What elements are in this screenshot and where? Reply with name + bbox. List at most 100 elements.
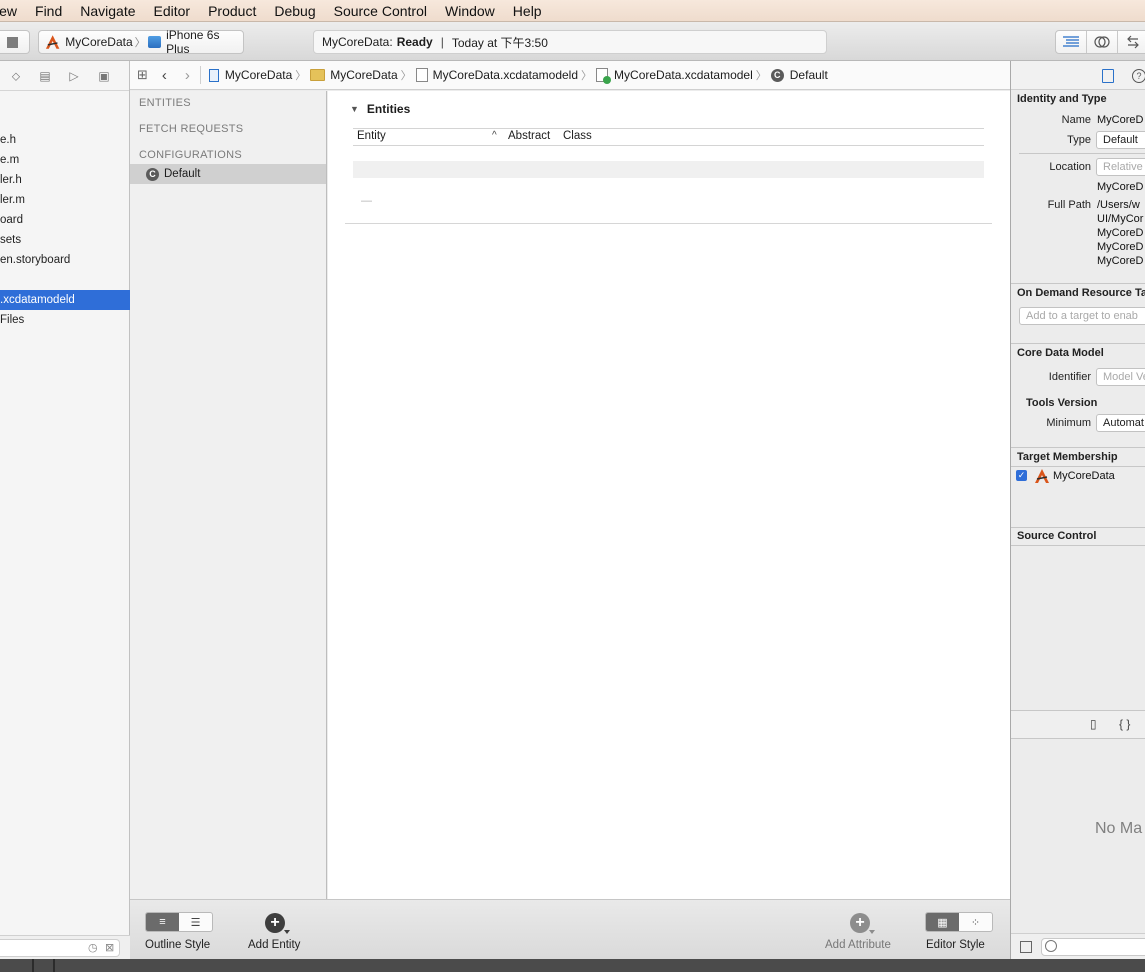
- menu-product[interactable]: Product: [199, 3, 265, 19]
- divider: [1011, 283, 1145, 284]
- stop-icon: [7, 37, 18, 48]
- column-abstract[interactable]: Abstract: [508, 130, 550, 142]
- column-entity[interactable]: Entity: [357, 130, 386, 142]
- version-editor-button[interactable]: [1118, 31, 1145, 53]
- editor-style-label: Editor Style: [926, 939, 985, 951]
- related-items-icon[interactable]: ⊞: [137, 67, 148, 83]
- add-attribute-label: Add Attribute: [825, 939, 891, 951]
- full-path-label: Full Path: [1047, 199, 1091, 211]
- nav-item[interactable]: Files: [0, 310, 130, 330]
- type-select[interactable]: Default: [1096, 131, 1145, 149]
- jumpbar-crumb-model[interactable]: MyCoreData.xcdatamodel 〉: [596, 67, 771, 84]
- forward-button[interactable]: ›: [185, 67, 190, 84]
- nav-item-label: .xcdatamodeld: [0, 294, 75, 306]
- file-inspector-icon[interactable]: [1102, 69, 1114, 83]
- identifier-field[interactable]: Model Ve: [1096, 368, 1145, 386]
- add-attribute-button[interactable]: +: [850, 913, 875, 934]
- table-style-button[interactable]: ≡: [146, 913, 179, 931]
- nav-item-selected[interactable]: .xcdatamodeld: [0, 290, 130, 310]
- menu-find[interactable]: Find: [26, 3, 71, 19]
- name-value[interactable]: MyCoreD: [1097, 114, 1143, 126]
- navigator-filter-field[interactable]: ◷ ⊠: [0, 939, 120, 957]
- code-snippet-library-icon[interactable]: { }: [1119, 717, 1130, 731]
- target-name: MyCoreData: [1053, 470, 1115, 482]
- divider: [1019, 153, 1145, 154]
- jumpbar-crumb-modeld[interactable]: MyCoreData.xcdatamodeld 〉: [415, 67, 596, 83]
- device-name: iPhone 6s Plus: [166, 28, 220, 56]
- odr-tags-field[interactable]: Add to a target to enab: [1019, 307, 1145, 325]
- jumpbar-crumb-project[interactable]: MyCoreData 〉: [208, 67, 310, 83]
- nav-item[interactable]: ler.h: [0, 170, 130, 190]
- outline-section-fetch-requests[interactable]: FETCH REQUESTS: [139, 123, 243, 135]
- report-navigator-icon[interactable]: ▣: [96, 68, 112, 84]
- chevron-right-icon: 〉: [134, 37, 146, 49]
- nav-item[interactable]: e.h: [0, 130, 130, 150]
- data-model-icon: [415, 68, 428, 82]
- hierarchy-style-button[interactable]: ☰: [179, 913, 212, 931]
- recent-files-icon[interactable]: ◷: [88, 941, 98, 954]
- outline-section-configurations[interactable]: CONFIGURATIONS: [139, 149, 242, 161]
- column-class[interactable]: Class: [563, 130, 592, 142]
- jumpbar-crumb-group[interactable]: MyCoreData 〉: [310, 67, 415, 83]
- folder-icon: [310, 69, 326, 81]
- menu-bar: iew Find Navigate Editor Product Debug S…: [0, 0, 1145, 22]
- nav-item[interactable]: oard: [0, 210, 130, 230]
- crumb-label: MyCoreData.xcdatamodel: [614, 68, 753, 82]
- table-row[interactable]: [353, 161, 984, 178]
- menu-view[interactable]: iew: [0, 3, 26, 19]
- nav-item[interactable]: e.m: [0, 150, 130, 170]
- sort-ascending-icon: ^: [492, 130, 497, 141]
- quick-help-icon[interactable]: ?: [1132, 69, 1145, 83]
- menu-window[interactable]: Window: [436, 3, 504, 19]
- breakpoint-navigator-icon[interactable]: ▷: [66, 68, 82, 84]
- back-button[interactable]: ‹: [162, 67, 167, 84]
- menu-editor[interactable]: Editor: [145, 3, 200, 19]
- menu-help[interactable]: Help: [504, 3, 551, 19]
- scm-filter-icon[interactable]: ⊠: [105, 941, 114, 954]
- disclosure-triangle-icon[interactable]: ▼: [350, 104, 359, 114]
- minimum-label: Minimum: [1046, 417, 1091, 429]
- library-filter-bar: [1011, 933, 1145, 959]
- grid-view-icon[interactable]: [1020, 941, 1032, 953]
- nav-item[interactable]: en.storyboard: [0, 250, 130, 270]
- configuration-item-default[interactable]: C Default: [130, 164, 326, 184]
- issue-navigator-icon[interactable]: ⬦: [8, 68, 24, 84]
- test-navigator-icon[interactable]: ▤: [37, 68, 53, 84]
- jumpbar-crumb-configuration[interactable]: C Default: [770, 68, 828, 82]
- assistant-editor-button[interactable]: [1087, 31, 1118, 53]
- toolbar: MyCoreData 〉 iPhone 6s Plus MyCoreData: …: [0, 23, 1145, 61]
- entities-section-header[interactable]: ▼ Entities: [350, 102, 410, 116]
- section-divider: [345, 223, 992, 224]
- add-entity-button[interactable]: +: [265, 913, 290, 934]
- location-select[interactable]: Relative: [1096, 158, 1145, 176]
- target-checkbox[interactable]: ✓: [1016, 470, 1027, 481]
- empty-table-dash: —: [361, 195, 372, 207]
- assistant-editor-icon: [1094, 36, 1110, 48]
- nav-item-label: e.m: [0, 154, 20, 166]
- scheme-selector[interactable]: MyCoreData 〉 iPhone 6s Plus: [38, 28, 244, 56]
- menu-debug[interactable]: Debug: [265, 3, 324, 19]
- scheme-name: MyCoreData: [65, 35, 133, 49]
- nav-item[interactable]: sets: [0, 230, 130, 250]
- standard-editor-button[interactable]: [1056, 31, 1087, 53]
- outline-style-label: Outline Style: [145, 939, 211, 951]
- stop-button[interactable]: [0, 30, 30, 54]
- graph-editor-style-button[interactable]: ⁘: [959, 913, 992, 931]
- full-path-line: MyCoreD: [1097, 241, 1144, 253]
- table-editor-style-button[interactable]: ▦: [926, 913, 959, 931]
- navigator-tabs: ⬦ ▤ ▷ ▣: [0, 61, 129, 91]
- app-icon: [1035, 469, 1049, 483]
- library-filter-field[interactable]: [1041, 938, 1145, 956]
- menu-source-control[interactable]: Source Control: [325, 3, 436, 19]
- outline-section-entities[interactable]: ENTITIES: [139, 97, 191, 109]
- configuration-label: Default: [164, 168, 201, 180]
- location-label: Location: [1049, 161, 1091, 173]
- minimum-select[interactable]: Automat: [1096, 414, 1145, 432]
- file-template-library-icon[interactable]: ▯: [1090, 717, 1097, 731]
- menu-navigate[interactable]: Navigate: [71, 3, 144, 19]
- nav-item[interactable]: ler.m: [0, 190, 130, 210]
- chevron-right-icon: 〉: [400, 70, 412, 82]
- filter-icon: [1045, 940, 1057, 952]
- chevron-right-icon: 〉: [581, 70, 593, 82]
- editor-mode-control: [1055, 30, 1145, 54]
